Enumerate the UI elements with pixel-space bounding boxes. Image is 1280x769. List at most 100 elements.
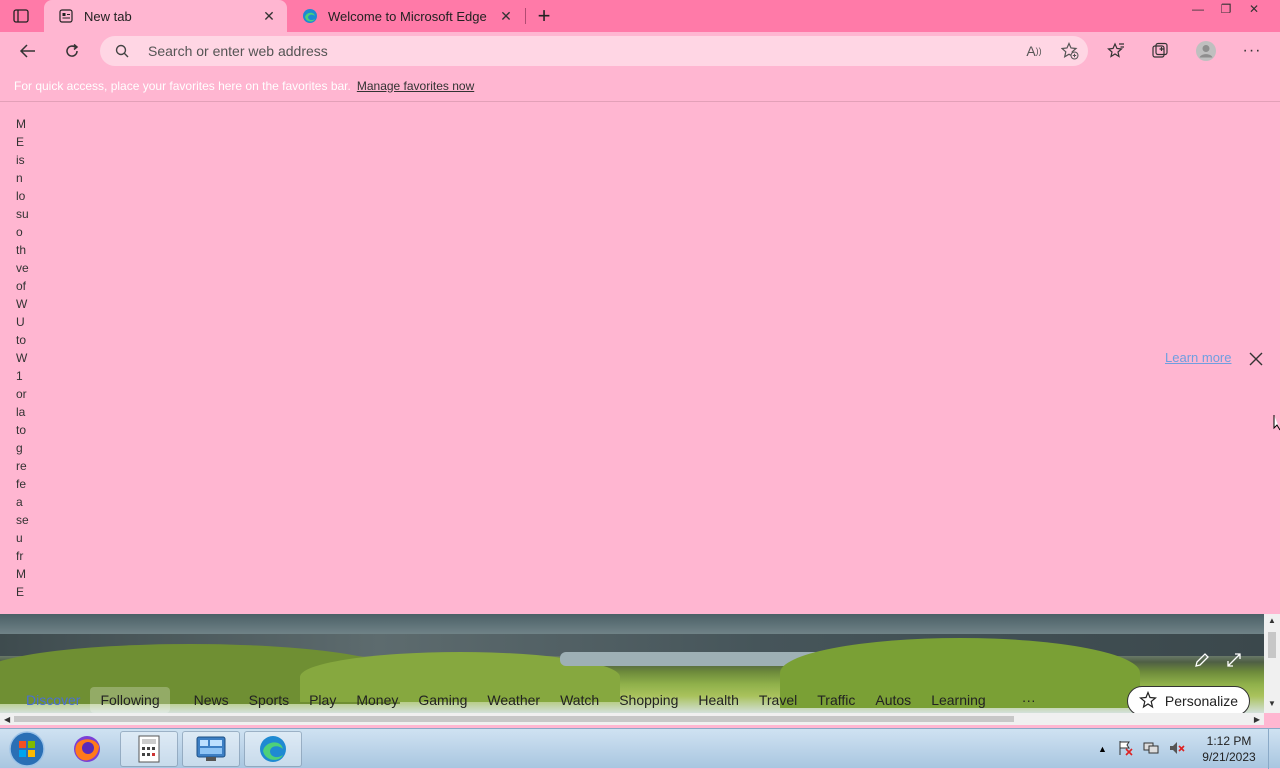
- banner-word: g: [16, 441, 23, 455]
- feed-more-button[interactable]: ···: [1008, 687, 1050, 713]
- feed-tab-sports[interactable]: Sports: [239, 687, 299, 713]
- banner-word: se: [16, 513, 29, 527]
- feed-tab-watch[interactable]: Watch: [550, 687, 609, 713]
- close-tab-icon[interactable]: ✕: [494, 4, 518, 28]
- window-controls: — ❐ ✕: [1184, 0, 1280, 32]
- feed-tab-discover[interactable]: Discover: [16, 687, 90, 713]
- banner-word: su: [16, 207, 29, 221]
- feed-tab-following[interactable]: Following: [90, 687, 170, 713]
- edge-logo-icon: [302, 8, 318, 24]
- banner-word: la: [16, 405, 26, 419]
- expand-icon[interactable]: [1226, 652, 1242, 671]
- feed-tab-news[interactable]: News: [184, 687, 239, 713]
- scroll-right-icon[interactable]: ▶: [1254, 715, 1260, 724]
- favorites-hint: For quick access, place your favorites h…: [14, 78, 351, 93]
- favorites-button[interactable]: [1101, 36, 1131, 66]
- banner-word: is: [16, 153, 25, 167]
- feed-tab-play[interactable]: Play: [299, 687, 346, 713]
- feed-tab-weather[interactable]: Weather: [477, 687, 550, 713]
- network-icon[interactable]: [1143, 740, 1159, 759]
- banner-word: fr: [16, 549, 24, 563]
- edit-background-icon[interactable]: [1194, 652, 1210, 671]
- read-aloud-icon[interactable]: A)): [1016, 36, 1052, 66]
- feed-tab-gaming[interactable]: Gaming: [408, 687, 477, 713]
- feed-tab-money[interactable]: Money: [346, 687, 408, 713]
- clock[interactable]: 1:12 PM 9/21/2023: [1196, 733, 1262, 765]
- banner-word: E: [16, 135, 25, 149]
- banner-word: 1: [16, 369, 23, 383]
- manage-favorites-link[interactable]: Manage favorites now: [357, 79, 474, 93]
- refresh-button[interactable]: [57, 36, 87, 66]
- banner-word: fe: [16, 477, 27, 491]
- scroll-thumb[interactable]: [1268, 632, 1276, 658]
- feed-tab-shopping[interactable]: Shopping: [609, 687, 688, 713]
- banner-word: U: [16, 315, 25, 329]
- address-input[interactable]: [148, 43, 1016, 59]
- close-window-icon[interactable]: ✕: [1240, 0, 1268, 18]
- calculator-app-icon[interactable]: [120, 731, 178, 767]
- tab-title: New tab: [84, 8, 132, 24]
- personalize-label: Personalize: [1164, 693, 1239, 709]
- edge-app-icon[interactable]: [244, 731, 302, 767]
- control-panel-icon[interactable]: [182, 731, 240, 767]
- profile-avatar[interactable]: [1191, 36, 1221, 66]
- back-button[interactable]: [13, 36, 43, 66]
- clock-time: 1:12 PM: [1206, 734, 1252, 748]
- tab-actions-icon[interactable]: [10, 6, 32, 26]
- mouse-cursor-icon: [1273, 414, 1280, 432]
- scroll-up-icon[interactable]: ▲: [1268, 616, 1276, 625]
- learn-more-link[interactable]: Learn more: [1165, 350, 1231, 365]
- scroll-thumb[interactable]: [14, 716, 1014, 722]
- vertical-scrollbar[interactable]: ▲ ▼: [1264, 614, 1280, 713]
- new-tab-button[interactable]: +: [532, 4, 556, 28]
- volume-muted-icon[interactable]: [1169, 740, 1185, 759]
- feed-tab-autos[interactable]: Autos: [865, 687, 921, 713]
- firefox-icon[interactable]: [58, 731, 116, 767]
- banner-word: of: [16, 279, 27, 293]
- browser-toolbar: A)) ···: [0, 32, 1280, 70]
- tab-welcome[interactable]: Welcome to Microsoft Edge ✕: [288, 0, 524, 32]
- tab-separator: [525, 8, 526, 24]
- scroll-down-icon[interactable]: ▼: [1268, 699, 1276, 708]
- feed-tab-travel[interactable]: Travel: [749, 687, 807, 713]
- settings-more-icon[interactable]: ···: [1237, 36, 1267, 66]
- feed-navigation: Discover Following News Sports Play Mone…: [0, 686, 1264, 716]
- action-center-icon[interactable]: [1117, 740, 1133, 759]
- banner-word: n: [16, 171, 23, 185]
- close-tab-icon[interactable]: ✕: [257, 4, 281, 28]
- new-tab-content: M Eis n lo su o th ve of W Uto W 1 or la to g re fe a se u fr M…: [0, 103, 1280, 614]
- banner-word: ve: [16, 261, 29, 275]
- close-banner-icon[interactable]: [1246, 349, 1266, 369]
- favorites-bar: For quick access, place your favorites h…: [0, 70, 1280, 102]
- add-favorite-icon[interactable]: [1052, 36, 1088, 66]
- new-tab-icon: [58, 8, 74, 24]
- feed-tab-health[interactable]: Health: [688, 687, 748, 713]
- clock-date: 9/21/2023: [1202, 750, 1256, 764]
- show-desktop-button[interactable]: [1268, 729, 1280, 769]
- banner-word: a: [16, 495, 23, 509]
- search-icon: [114, 43, 134, 59]
- tab-new-tab[interactable]: New tab ✕: [44, 0, 287, 32]
- system-tray: ▲: [1098, 729, 1185, 769]
- banner-word: M: [16, 567, 26, 581]
- start-button[interactable]: [4, 729, 50, 769]
- collections-button[interactable]: [1145, 36, 1175, 66]
- personalize-button[interactable]: Personalize: [1127, 686, 1250, 716]
- image-actions: [1194, 652, 1242, 671]
- feed-tab-traffic[interactable]: Traffic: [807, 687, 865, 713]
- banner-word: u: [16, 531, 23, 545]
- banner-word: lo: [16, 189, 26, 203]
- banner-word: re: [16, 459, 27, 473]
- minimize-icon[interactable]: —: [1184, 0, 1212, 18]
- restore-icon[interactable]: ❐: [1212, 0, 1240, 18]
- address-bar[interactable]: A)): [100, 36, 1088, 66]
- tab-title: Welcome to Microsoft Edge: [328, 8, 487, 24]
- show-hidden-icons[interactable]: ▲: [1098, 744, 1107, 754]
- banner-word: E: [16, 585, 25, 599]
- banner-word: W: [16, 351, 28, 365]
- banner-word: th: [16, 243, 27, 257]
- horizontal-scrollbar[interactable]: ◀ ▶: [0, 713, 1264, 725]
- scroll-left-icon[interactable]: ◀: [4, 715, 10, 724]
- banner-message: M Eis n lo su o th ve of W Uto W 1 or la to g re fe a se u fr M…: [16, 115, 36, 601]
- feed-tab-learning[interactable]: Learning: [921, 687, 996, 713]
